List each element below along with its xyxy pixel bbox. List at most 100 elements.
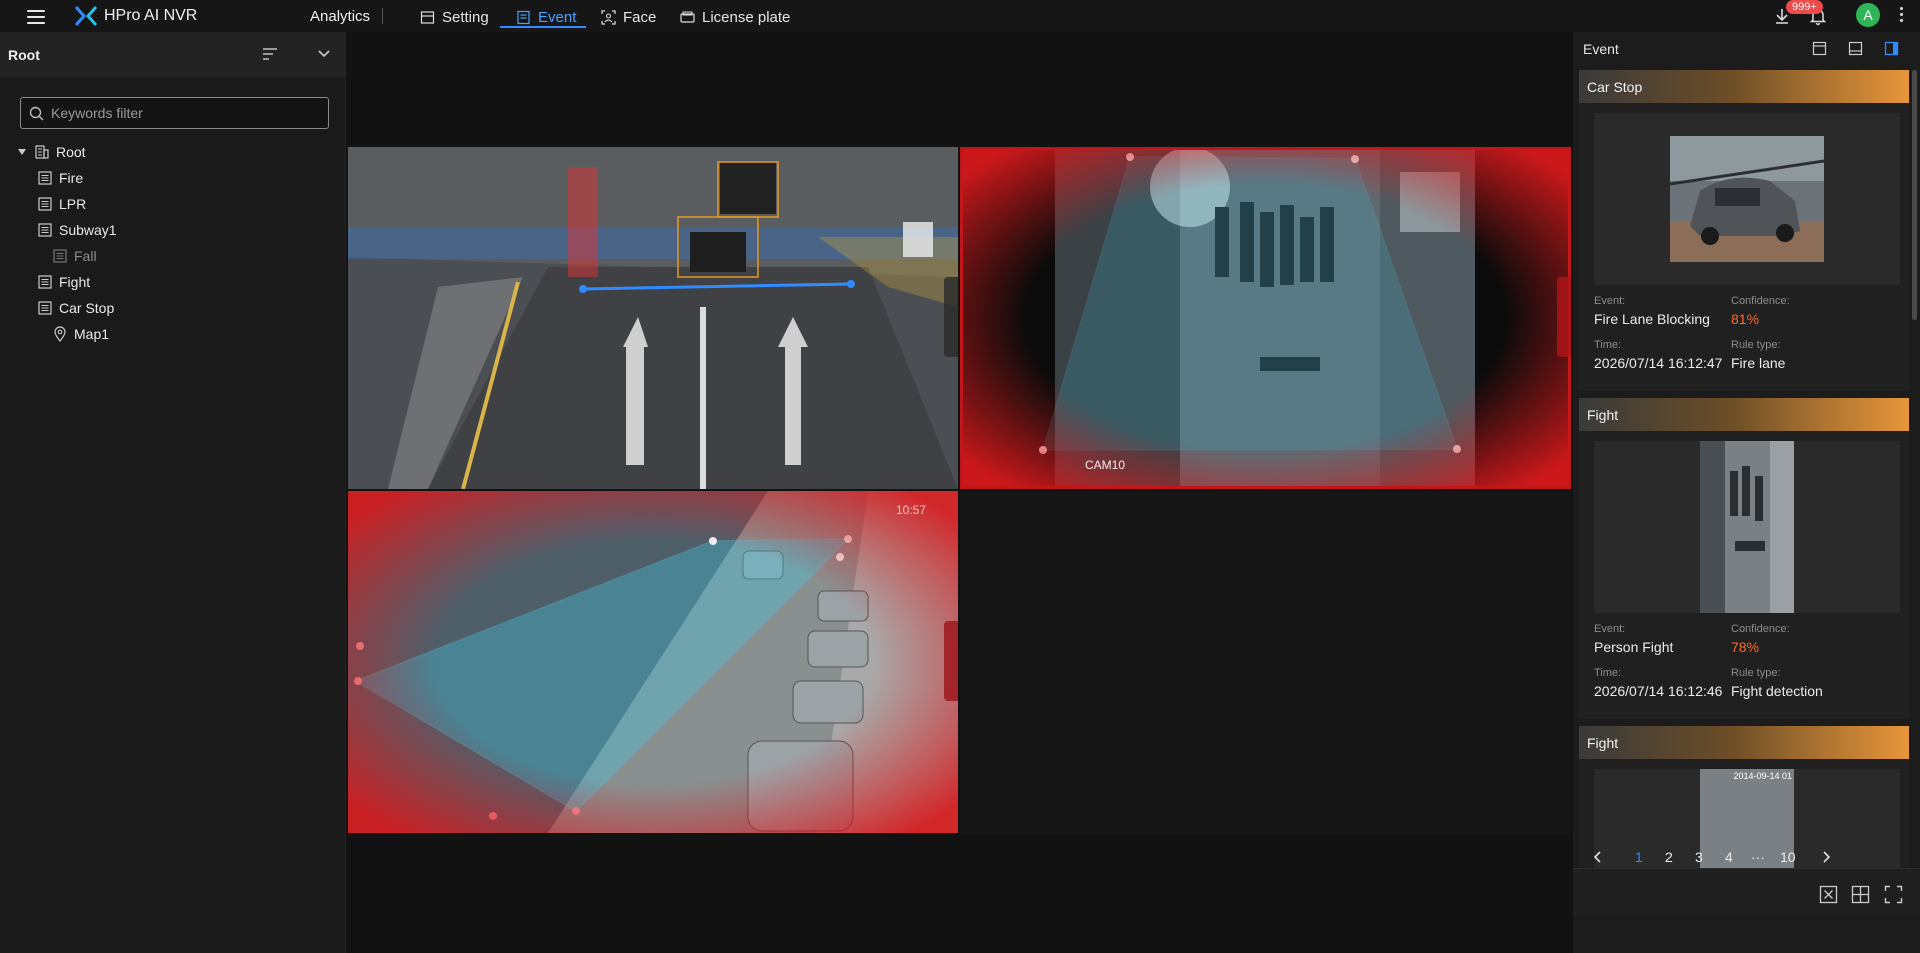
avatar[interactable]: A — [1856, 3, 1880, 27]
tree-item-fall[interactable]: Fall — [0, 243, 346, 269]
tree-item-subway1[interactable]: Subway1 — [0, 217, 1579, 257]
keywords-filter-input[interactable] — [51, 105, 328, 121]
timestamp-overlay: 10:57 — [896, 503, 927, 517]
expand-caret-icon[interactable] — [18, 149, 26, 155]
event-card[interactable]: Fight Event: Confidence: Person Fight 78… — [1579, 398, 1909, 719]
group-list-icon — [38, 275, 52, 289]
face-icon — [601, 9, 616, 25]
confidence-label: Confidence: — [1731, 623, 1790, 635]
more-options-icon[interactable] — [1898, 7, 1904, 25]
license-plate-icon — [680, 11, 695, 23]
confidence-label: Confidence: — [1731, 295, 1790, 307]
page-ellipsis[interactable]: ··· — [1751, 849, 1765, 865]
rule-type-value: Fire lane — [1731, 355, 1786, 371]
active-tab-underline — [500, 26, 586, 28]
page-2[interactable]: 2 — [1665, 849, 1673, 865]
video-wall: CAM10 10:57 — [347, 32, 1573, 953]
hamburger-menu-icon[interactable] — [26, 6, 46, 26]
fight-snapshot-image — [1700, 441, 1794, 613]
car-snapshot-image — [1670, 136, 1824, 262]
video-tile-traffic[interactable] — [348, 147, 958, 489]
nav-license-plate[interactable]: License plate — [680, 6, 790, 28]
next-page-icon[interactable] — [1821, 851, 1831, 863]
tree-root[interactable]: Root — [0, 139, 346, 165]
event-list-scrollbar[interactable] — [1912, 70, 1917, 320]
rule-type-label: Rule type: — [1731, 667, 1781, 679]
nav-setting-label: Setting — [442, 8, 489, 26]
app-name: HPro AI NVR — [104, 7, 198, 24]
event-panel: Event Car Stop Event: Confidence: Fire L… — [1573, 32, 1920, 953]
sort-icon[interactable] — [261, 46, 279, 62]
event-panel-title: Event — [1583, 40, 1619, 57]
time-label: Time: — [1594, 667, 1622, 679]
clear-events-icon[interactable] — [1819, 885, 1838, 904]
rule-type-value: Fight detection — [1731, 683, 1823, 699]
page-3[interactable]: 3 — [1695, 849, 1703, 865]
video-tile-alley[interactable]: CAM10 — [960, 147, 1571, 489]
nav-license-plate-label: License plate — [702, 8, 791, 26]
page-4[interactable]: 4 — [1725, 849, 1733, 865]
layout-top-icon[interactable] — [1812, 41, 1827, 56]
event-label: Event: — [1594, 295, 1626, 307]
nav-setting[interactable]: Setting — [420, 6, 489, 28]
search-icon — [29, 106, 44, 121]
event-value: Person Fight — [1594, 639, 1674, 655]
prev-page-icon[interactable] — [1593, 851, 1603, 863]
tree-item-fire[interactable]: Fire — [0, 165, 1579, 205]
event-label: Event: — [1594, 623, 1626, 635]
nav-face-label: Face — [623, 8, 657, 26]
keywords-filter[interactable] — [20, 97, 329, 129]
event-panel-header: Event — [1573, 32, 1920, 65]
tree-item-car-stop[interactable]: Car Stop — [0, 295, 1579, 335]
video-tile-riverside[interactable]: 10:57 — [348, 491, 958, 833]
setting-icon — [420, 10, 435, 24]
device-tree-title: Root — [8, 46, 40, 63]
chevron-down-icon[interactable] — [316, 47, 332, 61]
device-tree: Root Fire LPR Subway1 Fall Fight Car Sto… — [0, 139, 1579, 347]
tree-item-fight[interactable]: Fight — [0, 269, 1579, 309]
top-bar: HPro AI NVR Analytics Setting Event Face… — [0, 0, 1920, 32]
page-10[interactable]: 10 — [1780, 849, 1796, 865]
page-1[interactable]: 1 — [1635, 849, 1643, 865]
device-tree-panel: Root Root Fire LPR Subway1 — [0, 32, 1579, 953]
group-list-icon — [38, 197, 52, 211]
video-tile-empty[interactable] — [960, 491, 1571, 833]
tree-item-lpr[interactable]: LPR — [0, 191, 1579, 231]
group-list-icon — [38, 171, 52, 185]
nav-event-label: Event — [538, 8, 577, 26]
analytics-label[interactable]: Analytics — [310, 8, 370, 25]
tree-item-label: Car Stop — [59, 300, 115, 316]
time-label: Time: — [1594, 339, 1622, 351]
layout-right-icon[interactable] — [1884, 41, 1899, 56]
event-meta: Event: Confidence: Person Fight 78% Time… — [1579, 613, 1909, 719]
fullscreen-icon[interactable] — [1884, 885, 1903, 904]
event-snapshot[interactable] — [1594, 113, 1900, 285]
nav-separator — [382, 8, 383, 24]
nav-face[interactable]: Face — [601, 6, 656, 28]
grid-layout-icon[interactable] — [1851, 885, 1870, 904]
tree-item-map1[interactable]: Map1 — [0, 321, 346, 347]
event-snapshot[interactable] — [1594, 441, 1900, 613]
event-card-title: Fight — [1579, 726, 1909, 759]
group-list-icon — [38, 223, 52, 237]
tile-side-handle[interactable] — [944, 277, 958, 357]
nav-event[interactable]: Event — [516, 6, 576, 28]
time-value: 2026/07/14 16:12:47 — [1594, 355, 1723, 371]
tree-item-label: LPR — [59, 196, 87, 212]
event-meta: Event: Confidence: Fire Lane Blocking 81… — [1579, 285, 1909, 391]
snapshot-timestamp: 2014-09-14 01 — [1733, 771, 1792, 781]
confidence-value: 78% — [1731, 639, 1760, 655]
layout-bottom-icon[interactable] — [1848, 41, 1863, 56]
tile-side-handle[interactable] — [944, 621, 958, 701]
group-list-icon — [38, 301, 52, 315]
tile-side-handle[interactable] — [1557, 277, 1571, 357]
event-card-title: Car Stop — [1579, 70, 1909, 103]
event-list: Car Stop Event: Confidence: Fire Lane Bl… — [1579, 70, 1909, 870]
event-icon — [517, 10, 530, 24]
riverside-scene-image — [348, 491, 958, 833]
tree-item-label: Fight — [59, 274, 91, 290]
event-card[interactable]: Car Stop Event: Confidence: Fire Lane Bl… — [1579, 70, 1909, 391]
tree-item-label: Subway1 — [59, 222, 117, 238]
confidence-value: 81% — [1731, 311, 1760, 327]
logo-icon — [74, 6, 98, 26]
